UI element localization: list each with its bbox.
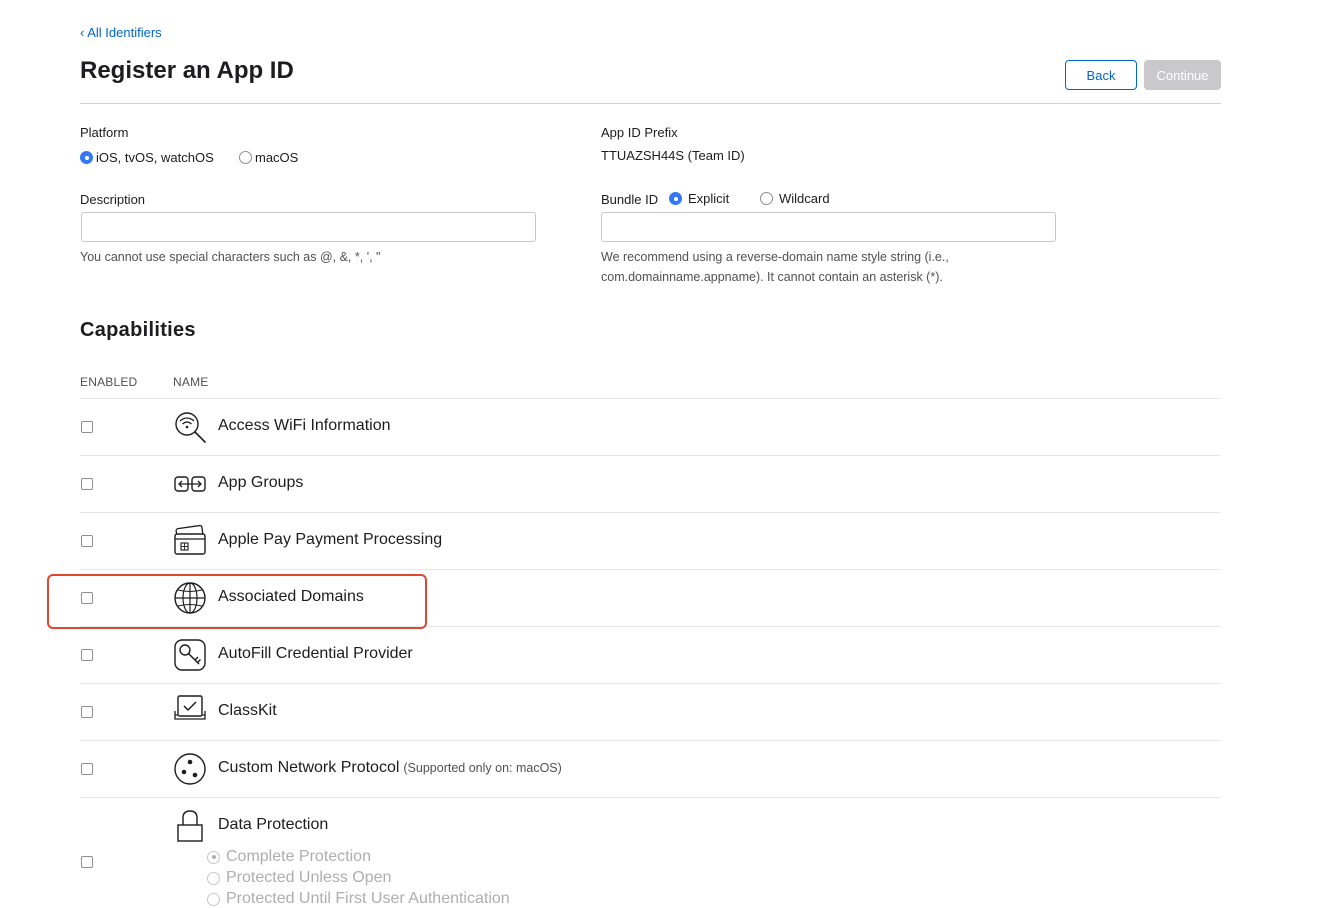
all-identifiers-link[interactable]: ‹ All Identifiers xyxy=(80,25,162,40)
bundle-option-wildcard[interactable]: Wildcard xyxy=(760,191,830,206)
data-protection-complete-label: Complete Protection xyxy=(226,848,371,865)
app-id-prefix-value: TTUAZSH44S (Team ID) xyxy=(601,148,745,163)
bundle-explicit-radio[interactable] xyxy=(669,192,682,205)
network-protocol-icon xyxy=(174,753,206,785)
bundle-wildcard-label: Wildcard xyxy=(779,191,830,206)
column-header-name: NAME xyxy=(173,375,209,389)
lock-icon xyxy=(177,810,203,842)
app-groups-icon xyxy=(174,476,206,492)
capability-row-autofill: AutoFill Credential Provider xyxy=(80,627,1221,684)
back-button[interactable]: Back xyxy=(1065,60,1137,90)
column-header-enabled: ENABLED xyxy=(80,375,138,389)
capability-name: ClassKit xyxy=(218,702,277,719)
associated-domains-highlight xyxy=(47,574,427,629)
capability-name: Apple Pay Payment Processing xyxy=(218,531,443,548)
capability-name: AutoFill Credential Provider xyxy=(218,645,413,662)
capability-name-text: Custom Network Protocol xyxy=(218,759,400,776)
capability-checkbox[interactable] xyxy=(81,478,93,490)
app-id-prefix-label: App ID Prefix xyxy=(601,125,678,140)
capability-name: Custom Network Protocol (Supported only o… xyxy=(218,759,562,777)
bundle-id-hint-line-1: We recommend using a reverse-domain name… xyxy=(601,250,949,264)
capability-name: Access WiFi Information xyxy=(218,417,391,434)
header-divider xyxy=(80,103,1221,104)
capability-name: App Groups xyxy=(218,474,304,491)
description-field[interactable] xyxy=(81,212,536,242)
bundle-id-field[interactable] xyxy=(601,212,1056,242)
data-protection-complete-radio[interactable] xyxy=(207,850,220,864)
description-hint: You cannot use special characters such a… xyxy=(80,250,381,264)
data-protection-option-unless-open[interactable]: Protected Unless Open xyxy=(207,869,391,887)
capability-row-custom-network-protocol: Custom Network Protocol (Supported only o… xyxy=(80,741,1221,798)
platform-label: Platform xyxy=(80,125,129,140)
platform-macos-radio[interactable] xyxy=(239,151,252,164)
capability-name: Data Protection xyxy=(218,816,329,833)
data-protection-option-complete[interactable]: Complete Protection xyxy=(207,848,371,866)
data-protection-first-auth-label: Protected Until First User Authenticatio… xyxy=(226,890,510,907)
platform-ios-radio[interactable] xyxy=(80,151,93,164)
description-label: Description xyxy=(80,192,146,207)
bundle-option-explicit[interactable]: Explicit xyxy=(669,191,729,206)
capability-checkbox[interactable] xyxy=(81,856,93,868)
bundle-explicit-label: Explicit xyxy=(688,191,730,206)
data-protection-unless-open-label: Protected Unless Open xyxy=(226,869,392,886)
bundle-wildcard-radio[interactable] xyxy=(760,192,773,205)
platform-option-ios[interactable]: iOS, tvOS, watchOS xyxy=(80,150,214,165)
key-icon xyxy=(174,639,206,671)
data-protection-first-auth-radio[interactable] xyxy=(207,892,220,906)
capabilities-title: Capabilities xyxy=(80,319,196,341)
capability-platform-note: (Supported only on: macOS) xyxy=(403,761,562,775)
wifi-search-icon xyxy=(175,412,206,443)
capability-row-classkit: ClassKit xyxy=(80,684,1221,741)
payment-card-icon xyxy=(174,524,206,555)
capability-checkbox[interactable] xyxy=(81,535,93,547)
bundle-id-hint-line-2: com.domainname.appname). It cannot conta… xyxy=(601,270,943,284)
bundle-id-label: Bundle ID xyxy=(601,192,659,207)
capability-checkbox[interactable] xyxy=(81,421,93,433)
data-protection-option-first-auth[interactable]: Protected Until First User Authenticatio… xyxy=(207,890,510,908)
classkit-icon xyxy=(174,695,206,720)
capability-row-apple-pay: Apple Pay Payment Processing xyxy=(80,513,1221,570)
capability-checkbox[interactable] xyxy=(81,763,93,775)
capability-checkbox[interactable] xyxy=(81,649,93,661)
continue-button[interactable]: Continue xyxy=(1144,60,1221,90)
capability-row-access-wifi: Access WiFi Information xyxy=(80,399,1221,456)
capability-checkbox[interactable] xyxy=(81,706,93,718)
capability-row-data-protection: Data Protection Complete Protection Prot… xyxy=(80,798,1221,908)
capability-row-app-groups: App Groups xyxy=(80,456,1221,513)
page-title: Register an App ID xyxy=(80,57,294,84)
platform-option-macos[interactable]: macOS xyxy=(239,150,298,165)
platform-ios-label: iOS, tvOS, watchOS xyxy=(96,150,214,165)
data-protection-unless-open-radio[interactable] xyxy=(207,871,220,885)
platform-macos-label: macOS xyxy=(255,150,299,165)
